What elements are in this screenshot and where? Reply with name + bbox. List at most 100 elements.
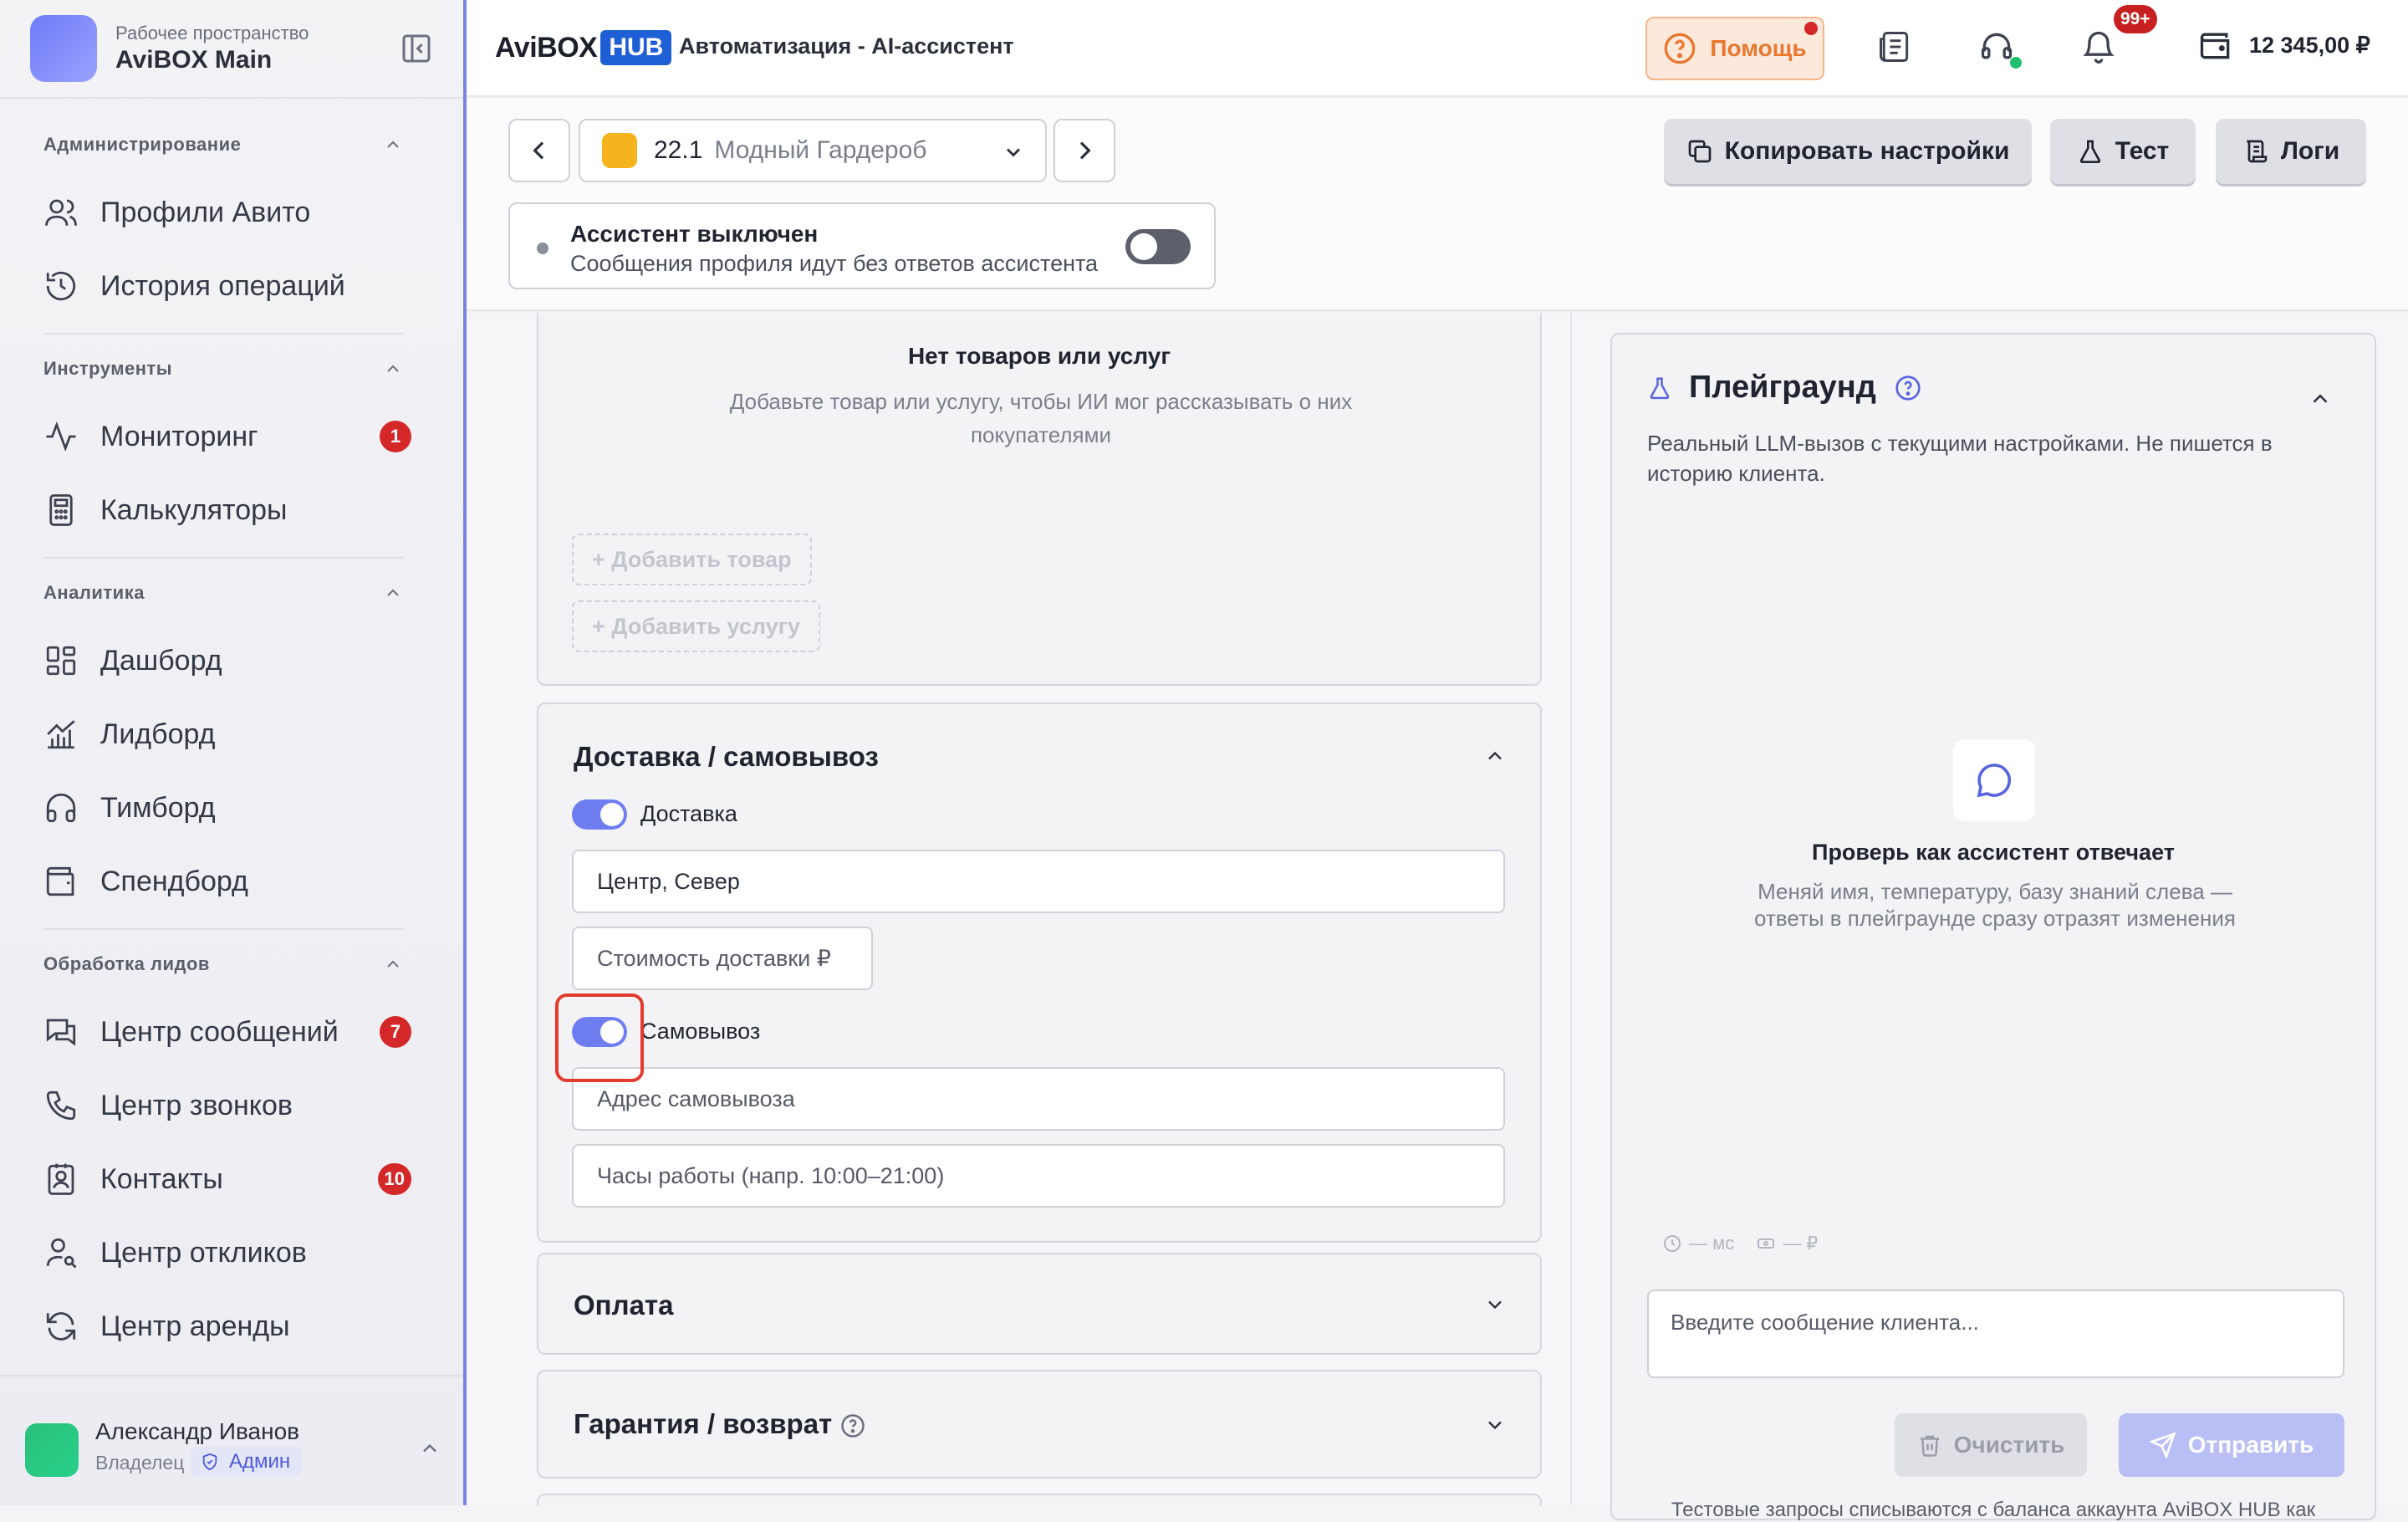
settings-panel: Нет товаров или услуг Добавьте товар или… [467,313,1570,1505]
sidebar-item-contacts[interactable]: Контакты 10 [43,1152,411,1206]
sidebar-item-monitoring[interactable]: Мониторинг 1 [43,410,411,463]
phone-icon [46,1090,76,1121]
test-button[interactable]: Тест [2050,119,2196,184]
workspace-switcher[interactable]: Рабочее пространство AviBOX Main [30,15,448,82]
assistant-toggle[interactable] [1125,229,1191,264]
work-hours-input[interactable]: Часы работы (напр. 10:00–21:00) [572,1144,1505,1208]
headphones-icon [46,793,76,823]
section-tools[interactable]: Инструменты [43,358,403,380]
sidebar-item-label: Дашборд [100,644,222,677]
flask-icon [1650,377,1670,399]
products-empty-title: Нет товаров или услуг [907,343,1171,369]
next-section-card[interactable] [537,1494,1542,1505]
calculator-icon [49,494,73,526]
playground-footer-note: Тестовые запросы списываются с баланса а… [1671,1499,2316,1521]
client-message-input[interactable]: Введите сообщение клиента... [1647,1290,2344,1378]
workspace-label: Рабочее пространство [115,23,309,43]
sidebar-collapse-icon[interactable] [400,32,433,65]
sidebar-item-dashboard[interactable]: Дашборд [43,634,411,687]
bell-icon[interactable] [2080,28,2117,65]
copy-settings-button[interactable]: Копировать настройки [1664,119,2032,184]
help-button[interactable]: Помощь [1645,17,1824,80]
playground-empty-subtitle: Меняй имя, температуру, базу знаний слев… [1754,879,2236,931]
delivery-toggle[interactable] [572,799,627,830]
clock-icon [1664,1235,1681,1252]
profile-toolbar: 22.1 Модный Гардероб Копировать настройк… [467,99,2408,311]
logs-button[interactable]: Логи [2216,119,2366,184]
chevron-up-icon[interactable] [1483,744,1507,768]
sidebar-item-messages[interactable]: Центр сообщений 7 [43,1005,411,1059]
chevron-down-icon [1488,1300,1502,1310]
balance-widget[interactable]: 12 345,00 ₽ [2197,27,2370,64]
delivery-title: Доставка / самовывоз [574,741,879,772]
cost-icon [1758,1239,1775,1249]
clear-button[interactable]: Очистить [1895,1413,2087,1477]
pickup-address-input[interactable]: Адрес самовывоза [572,1067,1505,1131]
sidebar-item-teamboard[interactable]: Тимборд [43,781,411,835]
delivery-cost-input[interactable]: Стоимость доставки ₽ [572,927,873,990]
payment-card[interactable]: Оплата [537,1253,1542,1355]
divider [43,928,403,930]
help-circle-icon[interactable] [840,1413,865,1438]
products-card: Нет товаров или услуг Добавьте товар или… [537,313,1542,686]
next-profile-button[interactable] [1054,119,1115,182]
scroll-icon [2246,140,2268,163]
chevron-left-icon [533,141,544,160]
prev-profile-button[interactable] [508,119,570,182]
contacts-badge: 10 [377,1163,411,1195]
chevron-right-icon [1079,141,1091,160]
add-product-button[interactable]: + Добавить товар [572,534,812,585]
sidebar: Рабочее пространство AviBOX Main Админис… [0,0,467,1505]
sidebar-item-spendboard[interactable]: Спендборд [43,855,411,908]
chevron-down-icon [1007,148,1020,157]
sidebar-item-label: Центр сообщений [100,1015,339,1048]
delivery-zone-input[interactable]: Центр, Север [572,850,1505,913]
assistant-status-title: Ассистент выключен [570,221,819,247]
section-admin-label: Администрирование [43,134,242,155]
user-menu[interactable]: Александр Иванов Владелец Админ [25,1413,443,1489]
sidebar-item-leadboard[interactable]: Лидборд [43,707,411,761]
sidebar-item-calls[interactable]: Центр звонков [43,1079,411,1132]
sidebar-item-label: Лидборд [100,718,216,750]
brand-logo[interactable]: AviBOX HUB [495,30,672,65]
section-leads[interactable]: Обработка лидов [43,953,403,975]
chevron-up-icon[interactable] [2308,386,2333,411]
section-admin[interactable]: Администрирование [43,134,403,156]
help-indicator-dot [1804,22,1818,35]
sidebar-item-label: История операций [100,269,345,302]
profile-number: 22.1 [654,136,703,164]
divider [43,333,403,335]
history-icon [46,271,76,301]
brand-hub: HUB [600,30,672,65]
send-button[interactable]: Отправить [2119,1413,2344,1477]
sidebar-item-rent[interactable]: Центр аренды [43,1300,411,1353]
add-service-button[interactable]: + Добавить услугу [572,600,820,652]
warranty-card[interactable]: Гарантия / возврат [537,1370,1542,1479]
profile-select[interactable]: 22.1 Модный Гардероб [579,119,1047,182]
sidebar-item-avito-profiles[interactable]: Профили Авито [43,186,411,239]
monitoring-badge: 1 [380,421,411,452]
section-tools-label: Инструменты [43,358,173,379]
sidebar-item-label: Центр звонков [100,1089,293,1121]
section-analytics[interactable]: Аналитика [43,582,403,604]
sidebar-item-calculators[interactable]: Калькуляторы [43,483,411,537]
shield-icon [202,1453,217,1471]
chevron-up-icon [387,140,399,148]
wallet-icon [2200,33,2230,59]
sidebar-item-ops-history[interactable]: История операций [43,259,411,313]
help-circle-icon[interactable] [1895,375,1921,401]
chart-trend-icon [47,720,75,749]
user-name: Александр Иванов [95,1418,300,1444]
trash-icon [1920,1435,1939,1457]
user-role: Владелец [95,1452,185,1473]
sidebar-item-responses[interactable]: Центр откликов [43,1226,411,1279]
clear-label: Очистить [1953,1432,2065,1458]
playground-panel: Плейграунд Реальный LLM-вызов с текущими… [1570,313,2408,1521]
sidebar-item-label: Центр аренды [100,1310,290,1342]
news-icon[interactable] [1876,28,1913,65]
sidebar-item-label: Мониторинг [100,420,258,452]
playground-subtitle: Реальный LLM-вызов с текущими настройкам… [1647,431,2273,486]
support-headset-icon[interactable] [1978,28,2015,65]
section-analytics-label: Аналитика [43,582,145,603]
balance-value: 12 345,00 ₽ [2249,32,2370,58]
